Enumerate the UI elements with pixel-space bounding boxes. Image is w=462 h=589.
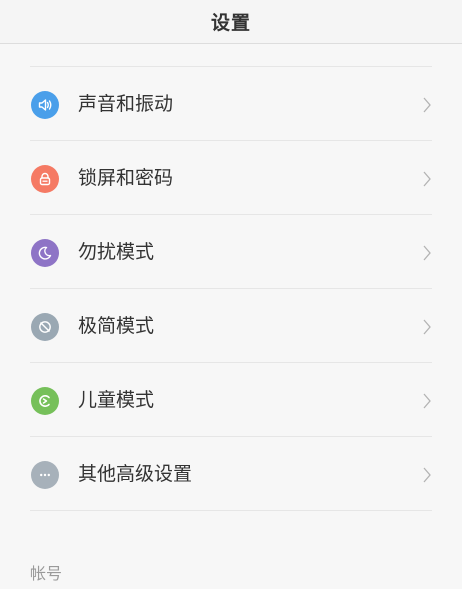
section-header-account: 帐号 xyxy=(30,564,63,583)
settings-item-sound-vibration[interactable]: 声音和振动 xyxy=(0,67,462,141)
minimal-mode-icon xyxy=(31,313,59,341)
chevron-right-icon xyxy=(423,467,431,483)
settings-item-label: 极简模式 xyxy=(78,315,155,337)
chevron-right-icon xyxy=(423,245,431,261)
child-mode-icon xyxy=(31,387,59,415)
settings-item-label: 声音和振动 xyxy=(78,93,174,115)
settings-item-label: 锁屏和密码 xyxy=(78,167,174,189)
settings-item-lock-screen[interactable]: 锁屏和密码 xyxy=(0,141,462,215)
lock-icon xyxy=(31,165,59,193)
settings-item-minimal-mode[interactable]: 极简模式 xyxy=(0,289,462,363)
chevron-right-icon xyxy=(423,171,431,187)
title-bar: 设置 xyxy=(0,0,462,44)
settings-list: 声音和振动 锁屏和密码 勿扰模式 极简模式 儿童模式 其他高级设置 xyxy=(0,66,462,511)
chevron-right-icon xyxy=(423,319,431,335)
chevron-right-icon xyxy=(423,97,431,113)
chevron-right-icon xyxy=(423,393,431,409)
settings-item-label: 勿扰模式 xyxy=(78,241,155,263)
settings-item-do-not-disturb[interactable]: 勿扰模式 xyxy=(0,215,462,289)
speaker-icon xyxy=(31,91,59,119)
settings-item-advanced[interactable]: 其他高级设置 xyxy=(0,437,462,511)
settings-screen: 设置 声音和振动 锁屏和密码 勿扰模式 极简模式 儿童模式 其他高级设置 帐号 xyxy=(0,0,462,589)
settings-item-label: 儿童模式 xyxy=(78,389,155,411)
page-title: 设置 xyxy=(210,12,251,34)
settings-item-child-mode[interactable]: 儿童模式 xyxy=(0,363,462,437)
divider xyxy=(30,510,432,511)
moon-icon xyxy=(31,239,59,267)
settings-item-label: 其他高级设置 xyxy=(78,463,193,485)
more-icon xyxy=(31,461,59,489)
